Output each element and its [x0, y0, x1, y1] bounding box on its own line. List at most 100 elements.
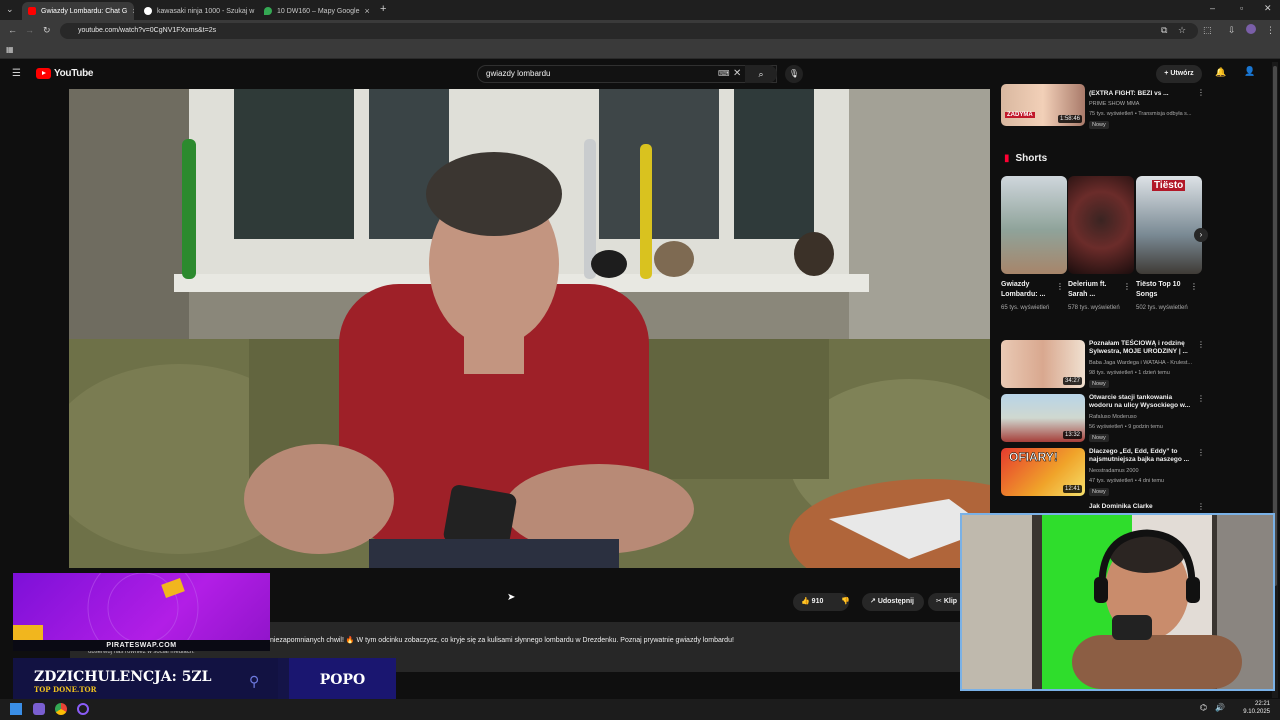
like-count: 910: [811, 598, 824, 605]
webcam-overlay: [960, 513, 1275, 691]
thumb-label: OFIARY!: [1009, 450, 1058, 465]
duration-badge: 34:27: [1062, 377, 1082, 385]
clock-time: 22:21: [1254, 701, 1270, 707]
browser-menu-icon[interactable]: ⋮: [1266, 25, 1275, 36]
maximize-icon[interactable]: ▫: [1240, 3, 1243, 13]
install-icon[interactable]: ⧉: [1161, 25, 1167, 36]
tab-title: Gwiazdy Lombardu: Chat G: [41, 7, 128, 15]
windows-start-icon[interactable]: [10, 703, 22, 715]
new-tab-icon[interactable]: +: [380, 3, 386, 15]
scrollbar-thumb[interactable]: [1273, 66, 1277, 586]
duration-badge: 13:32: [1062, 431, 1082, 439]
network-icon[interactable]: ⌬: [1200, 703, 1207, 712]
apps-grid-icon[interactable]: ▦: [6, 45, 14, 54]
video-thumbnail: 34:27: [1001, 340, 1085, 388]
app-icon[interactable]: [33, 703, 45, 715]
more-options-icon[interactable]: ⋮: [1197, 448, 1205, 457]
search-input[interactable]: gwiazdy lombardu: [477, 65, 777, 83]
short-title: Gwiazdy Lombardu: ...: [1001, 281, 1046, 298]
share-button[interactable]: ↗ Udostępnij: [862, 593, 924, 611]
profile-avatar[interactable]: [1246, 24, 1256, 34]
extensions-icon[interactable]: ⬚: [1203, 25, 1212, 36]
minimize-icon[interactable]: –: [1210, 3, 1215, 13]
more-options-icon[interactable]: ⋮: [1197, 88, 1205, 97]
donor-name-panel: POPO: [289, 658, 396, 705]
youtube-logo[interactable]: YouTube: [36, 68, 94, 79]
video-title: Jak Dominika Clarke: [1089, 503, 1153, 510]
shorts-heading: ▮ Shorts: [1004, 153, 1047, 164]
video-title: Dlaczego „Ed, Edd, Eddy” to najsmutniejs…: [1089, 448, 1190, 463]
banner-label: PIRATESWAP.COM: [13, 640, 270, 651]
new-badge: Nowy: [1089, 380, 1109, 388]
forward-icon[interactable]: →: [25, 25, 34, 35]
url-field[interactable]: youtube.com/watch?v=0CgNV1FXxms&t=2s: [60, 23, 1198, 39]
notifications-bell-icon[interactable]: 🔔: [1215, 67, 1226, 78]
more-options-icon[interactable]: ⋮: [1197, 502, 1205, 511]
tab-mapy-google[interactable]: 10 DW160 – Mapy Google ×: [258, 2, 374, 20]
search-button[interactable]: ⌕: [745, 65, 777, 83]
channel-name: Rafaluso Moderuso: [1089, 414, 1137, 420]
short-title: Tiësto Top 10 Songs: [1136, 281, 1181, 298]
close-tab-icon[interactable]: ×: [365, 6, 370, 16]
new-badge: Nowy: [1089, 488, 1109, 496]
donation-subtext: TOP DONE.TOR: [34, 685, 97, 694]
reload-icon[interactable]: ↻: [43, 25, 51, 36]
video-meta: 56 wyświetleń • 9 godzin temu: [1089, 424, 1163, 430]
more-options-icon[interactable]: ⋮: [1056, 282, 1064, 291]
voice-search-button[interactable]: 🎙: [785, 65, 803, 83]
short-views: 65 tys. wyświetleń: [1001, 305, 1050, 311]
create-label: Utwórz: [1170, 70, 1194, 77]
duration-badge: 1:58:46: [1057, 115, 1082, 123]
tab-list-icon[interactable]: ⌄: [6, 4, 14, 15]
downloads-icon[interactable]: ⇩: [1228, 25, 1236, 36]
new-badge: Nowy: [1089, 434, 1109, 442]
short-thumbnail[interactable]: [1001, 176, 1067, 274]
thumbs-up-icon: 👍: [801, 598, 810, 605]
maps-favicon-icon: [264, 7, 272, 15]
short-thumbnail[interactable]: Tiësto: [1136, 176, 1202, 274]
bookmark-star-icon[interactable]: ☆: [1178, 25, 1186, 36]
video-title: Poznałam TEŚCIOWĄ i rodzinę Sylwestra, M…: [1089, 340, 1188, 355]
more-options-icon[interactable]: ⋮: [1197, 340, 1205, 349]
video-meta: 75 tys. wyświetleń • Transmisja odbyła s…: [1089, 111, 1192, 117]
clear-search-icon[interactable]: ✕: [733, 68, 741, 79]
more-options-icon[interactable]: ⋮: [1190, 282, 1198, 291]
tab-gwiazdy-lombardu[interactable]: Gwiazdy Lombardu: Chat G ×: [22, 2, 134, 20]
keyboard-icon[interactable]: ⌨: [718, 69, 730, 78]
more-options-icon[interactable]: ⋮: [1197, 394, 1205, 403]
shorts-next-icon[interactable]: ›: [1194, 228, 1208, 242]
short-views: 502 tys. wyświetleń: [1136, 305, 1188, 311]
hamburger-menu-icon[interactable]: ☰: [12, 68, 21, 79]
short-thumbnail[interactable]: [1068, 176, 1134, 274]
recommended-video[interactable]: 34:27 Poznałam TEŚCIOWĄ i rodzinę Sylwes…: [1001, 340, 1205, 388]
video-title: Otwarcie stacji tankowania wodoru na uli…: [1089, 394, 1191, 409]
close-window-icon[interactable]: ✕: [1264, 3, 1272, 14]
browser-tab-bar: ⌄ Gwiazdy Lombardu: Chat G × kawasaki ni…: [0, 0, 1280, 20]
youtube-play-icon: [36, 68, 51, 79]
account-avatar[interactable]: 👤: [1244, 66, 1256, 80]
recommended-video[interactable]: OFIARY! 12:41 Dlaczego „Ed, Edd, Eddy” t…: [1001, 448, 1205, 496]
video-player[interactable]: [69, 89, 990, 568]
clock[interactable]: 22:21 9.10.2025: [1240, 700, 1270, 716]
webcam-feed: [962, 515, 1273, 689]
video-title: (EXTRA FIGHT: BEZI vs ...: [1089, 90, 1169, 97]
chrome-taskbar-icon[interactable]: [55, 703, 67, 715]
recommended-video[interactable]: 13:32 Otwarcie stacji tankowania wodoru …: [1001, 394, 1205, 442]
thumbs-down-icon: 👎: [841, 598, 850, 605]
share-icon: ↗: [870, 598, 878, 605]
close-tab-icon[interactable]: ×: [132, 6, 134, 16]
os-taskbar: ⌬ 🔊 22:21 9.10.2025: [0, 699, 1280, 720]
shorts-heading-text: Shorts: [1015, 153, 1048, 164]
app-icon[interactable]: [77, 703, 89, 715]
volume-icon[interactable]: 🔊: [1215, 703, 1225, 712]
create-button[interactable]: + Utwórz: [1156, 65, 1202, 83]
thumb-label: ZADYMA: [1005, 112, 1035, 118]
more-options-icon[interactable]: ⋮: [1123, 282, 1131, 291]
tab-kawasaki[interactable]: kawasaki ninja 1000 - Szukaj w ×: [138, 2, 256, 20]
dislike-button[interactable]: 👎: [833, 593, 855, 611]
url-text: youtube.com/watch?v=0CgNV1FXxms&t=2s: [78, 27, 217, 34]
back-icon[interactable]: ←: [8, 25, 17, 35]
banner-graphic: [13, 573, 199, 651]
clip-label: Klip: [943, 598, 958, 605]
recommended-video-top[interactable]: ZADYMA 1:58:46 (EXTRA FIGHT: BEZI vs ...…: [1001, 84, 1205, 129]
